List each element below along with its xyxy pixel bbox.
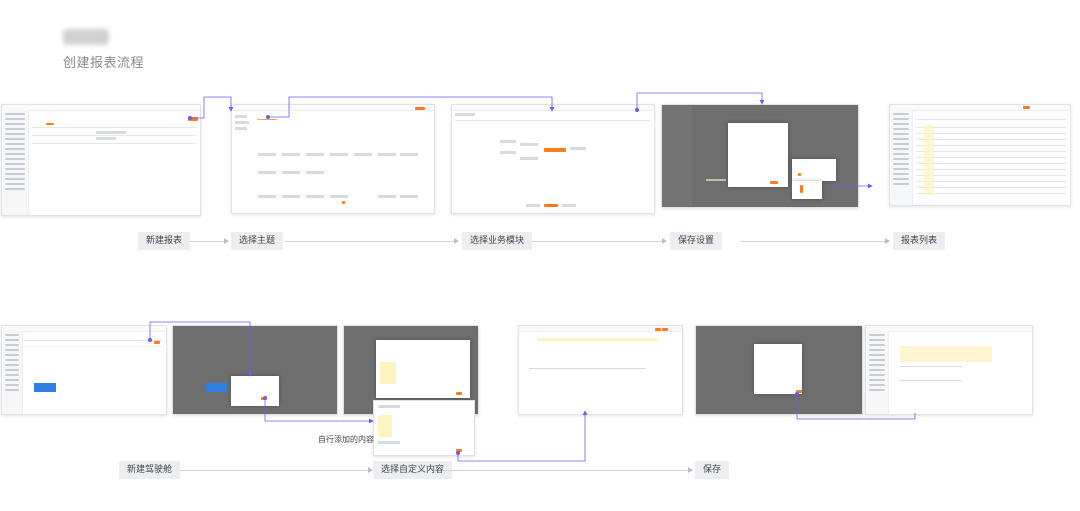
flow-arrow [190, 238, 229, 244]
step-save-settings: 保存设置 [670, 232, 723, 250]
flow-connectors [148, 92, 916, 462]
step-new-cockpit: 新建驾驶舱 [119, 461, 181, 479]
flow-arrow [741, 238, 890, 244]
blurred-title [63, 29, 109, 45]
step-report-list: 报表列表 [893, 232, 946, 250]
step-select-custom-content: 选择自定义内容 [373, 461, 453, 479]
step-save: 保存 [695, 461, 730, 479]
flow-arrow [285, 238, 459, 244]
custom-content-note: 自行添加的内容 [318, 435, 374, 444]
screenshot-save-settings [661, 104, 859, 208]
screenshot-select-theme [231, 104, 435, 214]
step-select-theme: 选择主题 [231, 232, 284, 250]
page-subtitle: 创建报表流程 [63, 56, 145, 71]
step-select-module: 选择业务模块 [462, 232, 533, 250]
screenshot-cockpit-result [865, 325, 1033, 415]
flow-arrow [180, 467, 373, 473]
screenshot-new-report [1, 104, 201, 216]
screenshot-save-dialog [695, 325, 863, 415]
screenshot-custom-content-detail [373, 400, 475, 456]
screenshot-report-list [889, 104, 1071, 206]
screenshot-new-cockpit [1, 325, 167, 415]
screenshot-cockpit-edit [518, 325, 683, 415]
screenshot-select-module [451, 104, 655, 214]
flow-arrow [442, 467, 693, 473]
step-new-report: 新建报表 [138, 232, 191, 250]
flow-arrow [532, 238, 667, 244]
screenshot-cockpit-dialog [172, 325, 338, 415]
